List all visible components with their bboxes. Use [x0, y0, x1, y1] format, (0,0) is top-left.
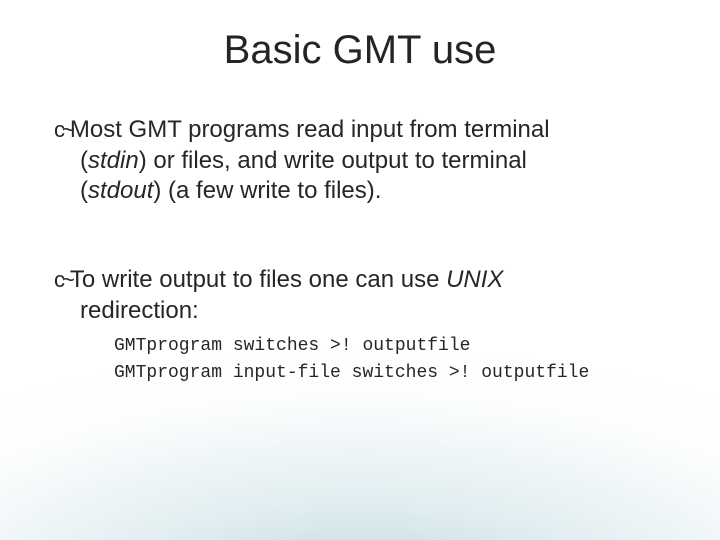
text: ) or files, and write output to terminal: [139, 147, 527, 174]
italic-text: stdout: [88, 177, 153, 204]
bullet-text-cont: (stdin) or files, and write output to te…: [80, 146, 660, 177]
code-line: GMTprogram switches >! outputfile: [114, 333, 660, 360]
bullet-item: c~To write output to files one can use U…: [54, 265, 660, 386]
code-line: GMTprogram input-file switches >! output…: [114, 360, 660, 387]
bullet-text-cont: (stdout) (a few write to files).: [80, 176, 660, 207]
italic-text: stdin: [88, 147, 139, 174]
bullet-list: c~Most GMT programs read input from term…: [48, 115, 672, 387]
bullet-item: c~Most GMT programs read input from term…: [54, 115, 660, 207]
bullet-text: To write output to files one can use: [70, 266, 446, 293]
bullet-text-cont: redirection:: [80, 296, 660, 327]
text: (: [80, 177, 88, 204]
text: ) (a few write to files).: [153, 177, 381, 204]
code-block: GMTprogram switches >! outputfile GMTpro…: [114, 333, 660, 387]
text: (: [80, 147, 88, 174]
bullet-text: Most GMT programs read input from termin…: [70, 116, 550, 143]
slide: Basic GMT use c~Most GMT programs read i…: [0, 0, 720, 540]
italic-text: UNIX: [446, 266, 503, 293]
slide-title: Basic GMT use: [48, 28, 672, 73]
